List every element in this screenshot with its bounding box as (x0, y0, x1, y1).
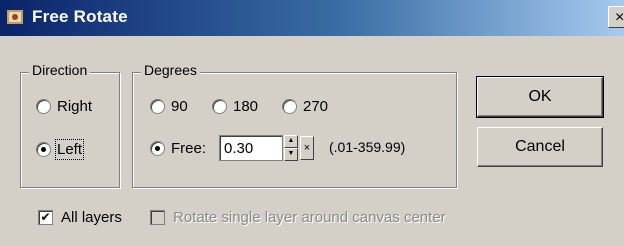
degrees-90-radio[interactable]: 90 (150, 95, 188, 117)
reset-value-button[interactable]: × (300, 136, 314, 160)
app-icon (7, 10, 23, 24)
free-degrees-range: (.01-359.99) (329, 139, 406, 155)
radio-indicator (150, 98, 165, 114)
spin-up-icon[interactable]: ▲ (284, 135, 298, 148)
direction-left-radio[interactable]: Left (36, 138, 85, 160)
direction-legend: Direction (29, 62, 91, 78)
direction-right-radio[interactable]: Right (36, 95, 92, 117)
rotate-single-layer-checkbox: Rotate single layer around canvas center (150, 206, 446, 228)
rotate-single-layer-label: Rotate single layer around canvas center (173, 208, 446, 226)
radio-indicator (282, 98, 297, 114)
spin-down-icon[interactable]: ▼ (284, 148, 298, 161)
all-layers-label: All layers (61, 208, 122, 226)
all-layers-checkbox[interactable]: ✔ All layers (38, 206, 122, 228)
window-title: Free Rotate (32, 7, 128, 26)
radio-indicator (150, 140, 165, 156)
degrees-180-label: 180 (233, 97, 259, 115)
degrees-180-radio[interactable]: 180 (212, 95, 258, 117)
degrees-free-label: Free: (171, 139, 207, 157)
degrees-free-radio[interactable]: Free: (150, 137, 206, 159)
degrees-group: Degrees (132, 62, 457, 188)
ok-button[interactable]: OK (476, 76, 604, 118)
cancel-button[interactable]: Cancel (477, 127, 603, 167)
direction-group: Direction (20, 62, 120, 188)
degrees-270-radio[interactable]: 270 (282, 95, 328, 117)
radio-indicator (212, 98, 227, 114)
free-degrees-spinner[interactable]: ▲ ▼ (284, 135, 298, 161)
direction-right-label: Right (57, 97, 93, 115)
title-bar[interactable]: Free Rotate × (0, 0, 624, 36)
check-icon: ✔ (38, 209, 53, 225)
checkbox-indicator (150, 209, 165, 225)
radio-indicator (36, 141, 51, 157)
radio-indicator (36, 98, 51, 114)
close-button[interactable]: × (608, 6, 624, 28)
degrees-90-label: 90 (171, 97, 188, 115)
free-degrees-input[interactable] (219, 135, 283, 161)
direction-left-label: Left (54, 138, 85, 160)
degrees-270-label: 270 (303, 97, 329, 115)
degrees-legend: Degrees (141, 62, 200, 78)
